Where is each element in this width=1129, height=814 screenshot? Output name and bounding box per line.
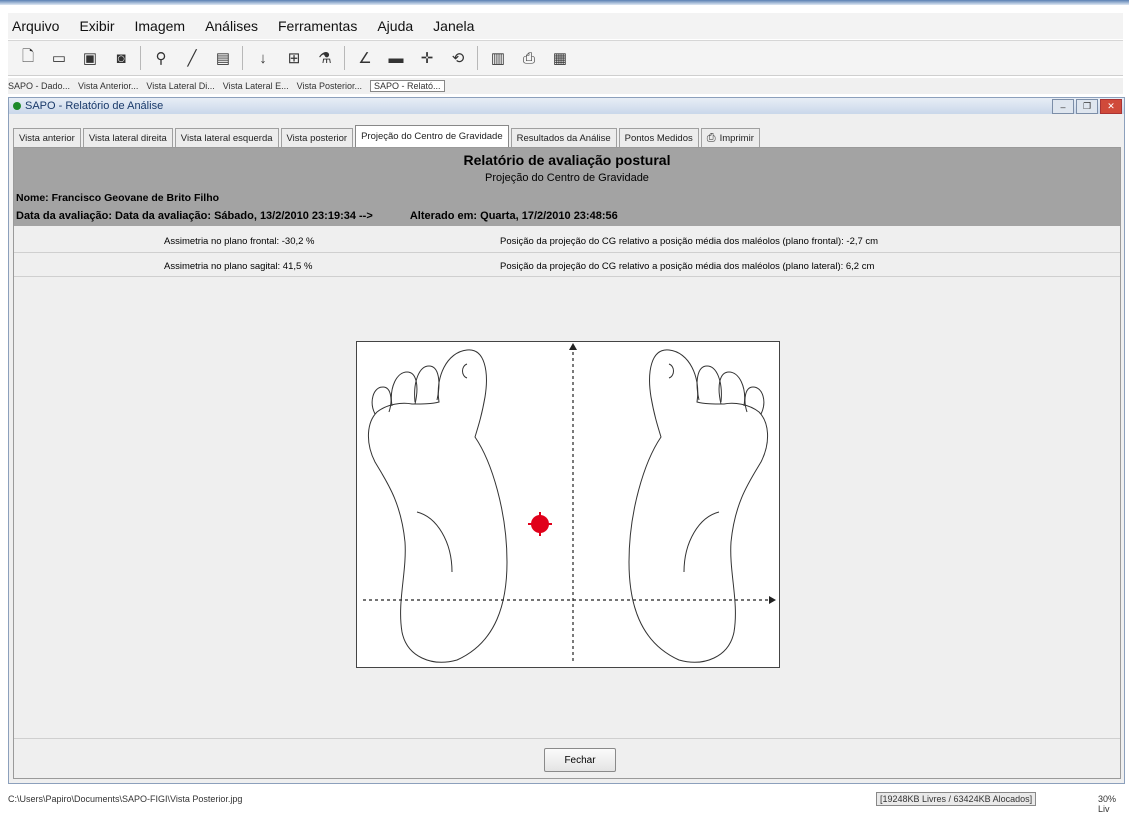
new-document-icon[interactable]: 🗋 xyxy=(17,47,39,69)
camera-icon[interactable]: ◙ xyxy=(110,47,132,69)
window-title: SAPO - Relatório de Análise xyxy=(25,100,164,112)
window-tab-vista-lateral-esquerda[interactable]: Vista Lateral E... xyxy=(223,81,289,91)
vertical-axis-arrow xyxy=(569,343,577,350)
vertical-line-icon[interactable]: ↓ xyxy=(252,47,274,69)
asymmetry-sagittal: Assimetria no plano sagital: 41,5 % xyxy=(164,261,313,272)
app-icon xyxy=(13,102,21,110)
evaluation-date-row: Data da avaliação: Data da avaliação: Sá… xyxy=(16,210,618,222)
window-top-border xyxy=(0,0,1129,5)
cross-icon[interactable]: ✛ xyxy=(416,47,438,69)
memory-indicator: [19248KB Livres / 63424KB Alocados] xyxy=(876,792,1037,806)
menu-analises[interactable]: Análises xyxy=(205,18,258,34)
print-icon[interactable]: ⎙ xyxy=(518,47,540,69)
altered-date: Alterado em: Quarta, 17/2/2010 23:48:56 xyxy=(409,210,618,222)
tab-imprimir-label: Imprimir xyxy=(719,132,754,144)
frame-icon[interactable]: ▤ xyxy=(212,47,234,69)
report-window: SAPO - Relatório de Análise – ❐ ✕ Vista … xyxy=(8,97,1125,784)
zoom-icon[interactable]: ⚗ xyxy=(314,47,336,69)
report-content: Relatório de avaliação postural Projeção… xyxy=(13,147,1121,779)
minimize-icon[interactable]: – xyxy=(1052,99,1074,114)
cg-position-frontal: Posição da projeção do CG relativo a pos… xyxy=(500,236,879,247)
patient-name: Nome: Francisco Geovane de Brito Filho xyxy=(16,192,220,204)
menu-exibir[interactable]: Exibir xyxy=(79,18,114,34)
printer-icon: ⎙ xyxy=(706,131,716,144)
open-icon[interactable]: ▭ xyxy=(48,47,70,69)
report-header: Relatório de avaliação postural Projeção… xyxy=(14,148,1120,226)
menu-bar: Arquivo Exibir Imagem Análises Ferrament… xyxy=(8,13,1123,39)
menu-arquivo[interactable]: Arquivo xyxy=(12,18,59,34)
horizontal-axis-arrow xyxy=(769,596,776,604)
report-window-titlebar[interactable]: SAPO - Relatório de Análise – ❐ ✕ xyxy=(9,98,1124,114)
divider xyxy=(14,252,1120,253)
report-icon[interactable]: ▥ xyxy=(487,47,509,69)
restore-icon[interactable]: ❐ xyxy=(1076,99,1098,114)
window-tab-vista-posterior[interactable]: Vista Posterior... xyxy=(297,81,362,91)
window-tab-strip: SAPO - Dado... Vista Anterior... Vista L… xyxy=(8,78,1123,94)
menu-imagem[interactable]: Imagem xyxy=(134,18,185,34)
toolbar-separator xyxy=(242,46,243,70)
right-foot-outline xyxy=(628,349,768,663)
report-subtitle: Projeção do Centro de Gravidade xyxy=(485,172,649,184)
tab-pontos-medidos[interactable]: Pontos Medidos xyxy=(618,128,699,147)
footer-divider xyxy=(14,738,1120,739)
tab-vista-lateral-esquerda[interactable]: Vista lateral esquerda xyxy=(174,128,279,147)
window-tab-vista-lateral-direita[interactable]: Vista Lateral Di... xyxy=(146,81,214,91)
close-icon[interactable]: ✕ xyxy=(1100,99,1122,114)
close-button[interactable]: Fechar xyxy=(544,748,616,772)
save-icon[interactable]: ▣ xyxy=(79,47,101,69)
window-tab-relatorio[interactable]: SAPO - Relató... xyxy=(370,80,445,92)
window-tab-dados[interactable]: SAPO - Dado... xyxy=(8,81,70,91)
rotate-icon[interactable]: ⟲ xyxy=(447,47,469,69)
tab-imprimir[interactable]: ⎙ Imprimir xyxy=(700,128,760,147)
window-controls: – ❐ ✕ xyxy=(1050,99,1122,114)
window-tab-vista-anterior[interactable]: Vista Anterior... xyxy=(78,81,138,91)
center-of-gravity-marker xyxy=(528,512,552,536)
evaluation-date: Data da avaliação: Data da avaliação: Sá… xyxy=(16,210,373,222)
export-icon[interactable]: ▦ xyxy=(549,47,571,69)
report-title: Relatório de avaliação postural xyxy=(463,152,671,168)
toolbar-separator xyxy=(140,46,141,70)
tab-vista-anterior[interactable]: Vista anterior xyxy=(13,128,81,147)
search-icon[interactable]: ⚲ xyxy=(150,47,172,69)
feet-diagram-svg xyxy=(363,343,776,663)
report-tabs: Vista anterior Vista lateral direita Vis… xyxy=(13,125,762,147)
toolbar: 🗋 ▭ ▣ ◙ ⚲ ╱ ▤ ↓ ⊞ ⚗ ∠ ▬ ✛ ⟲ ▥ ⎙ ▦ xyxy=(8,40,1123,76)
file-path: C:\Users\Papiro\Documents\SAPO-FIGI\Vist… xyxy=(8,794,243,804)
horizontal-line-icon[interactable]: ▬ xyxy=(385,47,407,69)
grid-icon[interactable]: ⊞ xyxy=(283,47,305,69)
menu-ferramentas[interactable]: Ferramentas xyxy=(278,18,357,34)
center-of-gravity-diagram xyxy=(356,341,780,668)
pencil-icon[interactable]: ╱ xyxy=(181,47,203,69)
menu-janela[interactable]: Janela xyxy=(433,18,474,34)
tab-projecao-centro-gravidade[interactable]: Projeção do Centro de Gravidade xyxy=(355,125,509,147)
asymmetry-frontal: Assimetria no plano frontal: -30,2 % xyxy=(164,236,315,247)
zoom-level: 30% Liv xyxy=(1098,794,1117,814)
tab-vista-lateral-direita[interactable]: Vista lateral direita xyxy=(82,128,173,147)
toolbar-separator xyxy=(344,46,345,70)
divider xyxy=(14,276,1120,277)
cg-position-lateral: Posição da projeção do CG relativo a pos… xyxy=(500,261,875,272)
tab-resultados-analise[interactable]: Resultados da Análise xyxy=(510,128,617,147)
angle-icon[interactable]: ∠ xyxy=(354,47,376,69)
left-foot-outline xyxy=(368,349,508,663)
status-bar: C:\Users\Papiro\Documents\SAPO-FIGI\Vist… xyxy=(0,790,1129,814)
menu-ajuda[interactable]: Ajuda xyxy=(377,18,413,34)
toolbar-separator xyxy=(477,46,478,70)
tab-vista-posterior[interactable]: Vista posterior xyxy=(280,128,354,147)
